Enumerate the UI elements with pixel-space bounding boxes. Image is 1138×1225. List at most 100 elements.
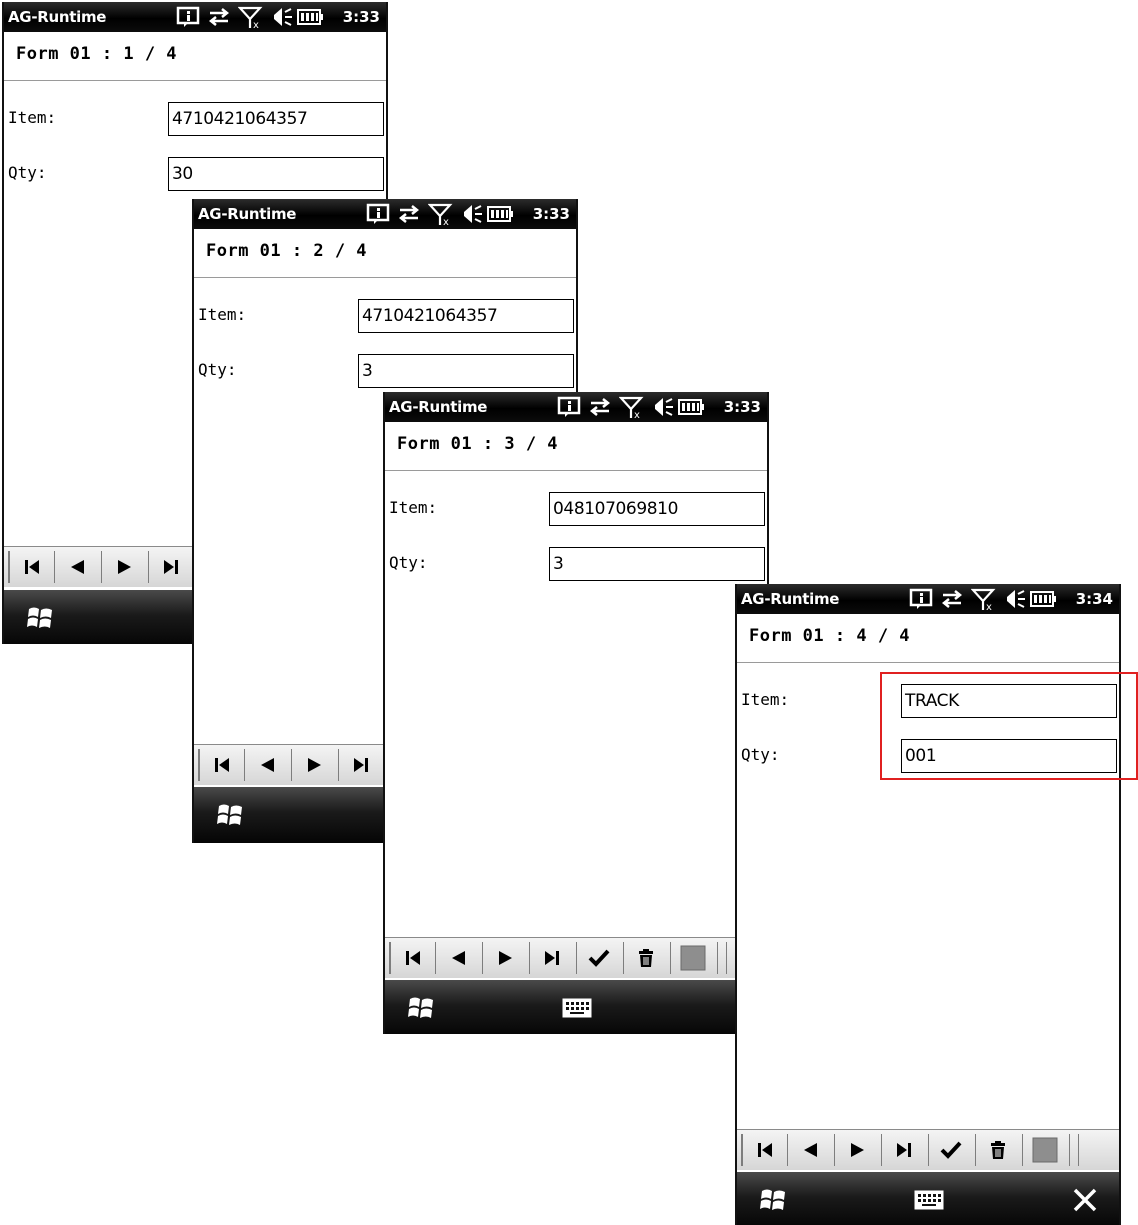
first-record-icon (406, 951, 420, 965)
confirm-button[interactable] (928, 1134, 973, 1166)
no-signal-icon[interactable]: x (619, 396, 645, 420)
app-title: AG-Runtime (198, 205, 297, 223)
delete-button[interactable] (975, 1134, 1020, 1166)
first-record-button[interactable] (389, 942, 435, 974)
last-record-button[interactable] (881, 1134, 926, 1166)
item-input[interactable]: 4710421064357 (168, 102, 384, 136)
item-label: Item: (389, 498, 438, 517)
close-button[interactable] (1065, 1182, 1105, 1218)
screen-form-3: AG-Runtime x 3:33 Form 01 : 3 / 4 Item: … (383, 392, 769, 1034)
keyboard-button[interactable] (557, 992, 597, 1024)
previous-record-icon (261, 758, 274, 772)
highlight-box (880, 672, 1138, 780)
notification-icon[interactable] (557, 396, 581, 418)
start-button[interactable] (753, 1182, 793, 1218)
item-input[interactable]: 048107069810 (549, 492, 765, 526)
battery-icon[interactable] (486, 203, 514, 225)
sync-arrows-icon[interactable] (939, 588, 965, 610)
sync-arrows-icon[interactable] (396, 203, 422, 225)
keyboard-icon (562, 998, 592, 1018)
item-input[interactable]: 4710421064357 (358, 299, 574, 333)
previous-record-icon (452, 951, 465, 965)
next-record-icon (851, 1143, 864, 1157)
qty-input[interactable]: 30 (168, 157, 384, 191)
form-title: Form 01 : 1 / 4 (16, 44, 178, 64)
previous-record-button[interactable] (435, 942, 480, 974)
first-record-button[interactable] (741, 1134, 787, 1166)
notification-icon[interactable] (909, 588, 933, 610)
battery-icon[interactable] (1029, 588, 1057, 610)
status-bar: AG-Runtime x 3:33 (4, 2, 386, 32)
form-header: Form 01 : 3 / 4 (385, 422, 767, 471)
clock: 3:33 (342, 8, 380, 26)
qty-label: Qty: (8, 163, 47, 182)
next-record-button[interactable] (291, 749, 336, 781)
gray-square-icon (680, 945, 706, 971)
previous-record-button[interactable] (787, 1134, 832, 1166)
start-button[interactable] (210, 797, 250, 833)
qty-label: Qty: (389, 553, 428, 572)
first-record-icon (758, 1143, 772, 1157)
clock: 3:33 (723, 398, 761, 416)
toolbar-end-separator (717, 942, 727, 974)
gray-square-button[interactable] (1022, 1134, 1067, 1166)
delete-trash-icon (991, 1141, 1005, 1159)
keyboard-button[interactable] (909, 1184, 949, 1216)
delete-trash-icon (639, 949, 653, 967)
qty-input[interactable]: 3 (549, 547, 765, 581)
start-button[interactable] (20, 600, 60, 636)
start-button[interactable] (401, 990, 441, 1026)
app-title: AG-Runtime (8, 8, 107, 26)
speaker-muted-icon[interactable] (268, 6, 292, 28)
sync-arrows-icon[interactable] (206, 6, 232, 28)
next-record-button[interactable] (834, 1134, 879, 1166)
speaker-muted-icon[interactable] (1001, 588, 1025, 610)
status-bar: AG-Runtime x 3:33 (385, 392, 767, 422)
last-record-button[interactable] (529, 942, 574, 974)
next-record-icon (118, 560, 131, 574)
notification-icon[interactable] (366, 203, 390, 225)
gray-square-button[interactable] (670, 942, 715, 974)
no-signal-icon[interactable]: x (428, 203, 454, 227)
qty-input[interactable]: 3 (358, 354, 574, 388)
confirm-check-icon (940, 1141, 962, 1159)
previous-record-icon (71, 560, 84, 574)
last-record-button[interactable] (338, 749, 383, 781)
item-label: Item: (198, 305, 247, 324)
delete-button[interactable] (623, 942, 668, 974)
first-record-button[interactable] (198, 749, 244, 781)
softkey-bar (737, 1172, 1119, 1225)
notification-icon[interactable] (176, 6, 200, 28)
speaker-muted-icon[interactable] (649, 396, 673, 418)
windows-start-icon (408, 997, 433, 1018)
no-signal-icon[interactable]: x (238, 6, 264, 30)
windows-start-icon (217, 804, 242, 825)
last-record-icon (354, 758, 368, 772)
battery-icon[interactable] (677, 396, 705, 418)
next-record-button[interactable] (101, 551, 146, 583)
toolbar-end-separator (1069, 1134, 1079, 1166)
last-record-icon (545, 951, 559, 965)
next-record-button[interactable] (482, 942, 527, 974)
first-record-button[interactable] (8, 551, 54, 583)
speaker-muted-icon[interactable] (458, 203, 482, 225)
next-record-icon (308, 758, 321, 772)
form-title: Form 01 : 3 / 4 (397, 434, 559, 454)
sync-arrows-icon[interactable] (587, 396, 613, 418)
first-record-icon (25, 560, 39, 574)
svg-text:x: x (443, 217, 449, 227)
battery-icon[interactable] (296, 6, 324, 28)
confirm-button[interactable] (576, 942, 621, 974)
previous-record-button[interactable] (244, 749, 289, 781)
windows-start-icon (27, 607, 52, 628)
windows-start-icon (760, 1189, 785, 1210)
last-record-button[interactable] (148, 551, 193, 583)
no-signal-icon[interactable]: x (971, 588, 997, 612)
item-label: Item: (8, 108, 57, 127)
svg-text:x: x (634, 410, 640, 420)
form-header: Form 01 : 4 / 4 (737, 614, 1119, 663)
svg-text:x: x (986, 602, 992, 612)
keyboard-icon (914, 1190, 944, 1210)
svg-text:x: x (253, 20, 259, 30)
previous-record-button[interactable] (54, 551, 99, 583)
